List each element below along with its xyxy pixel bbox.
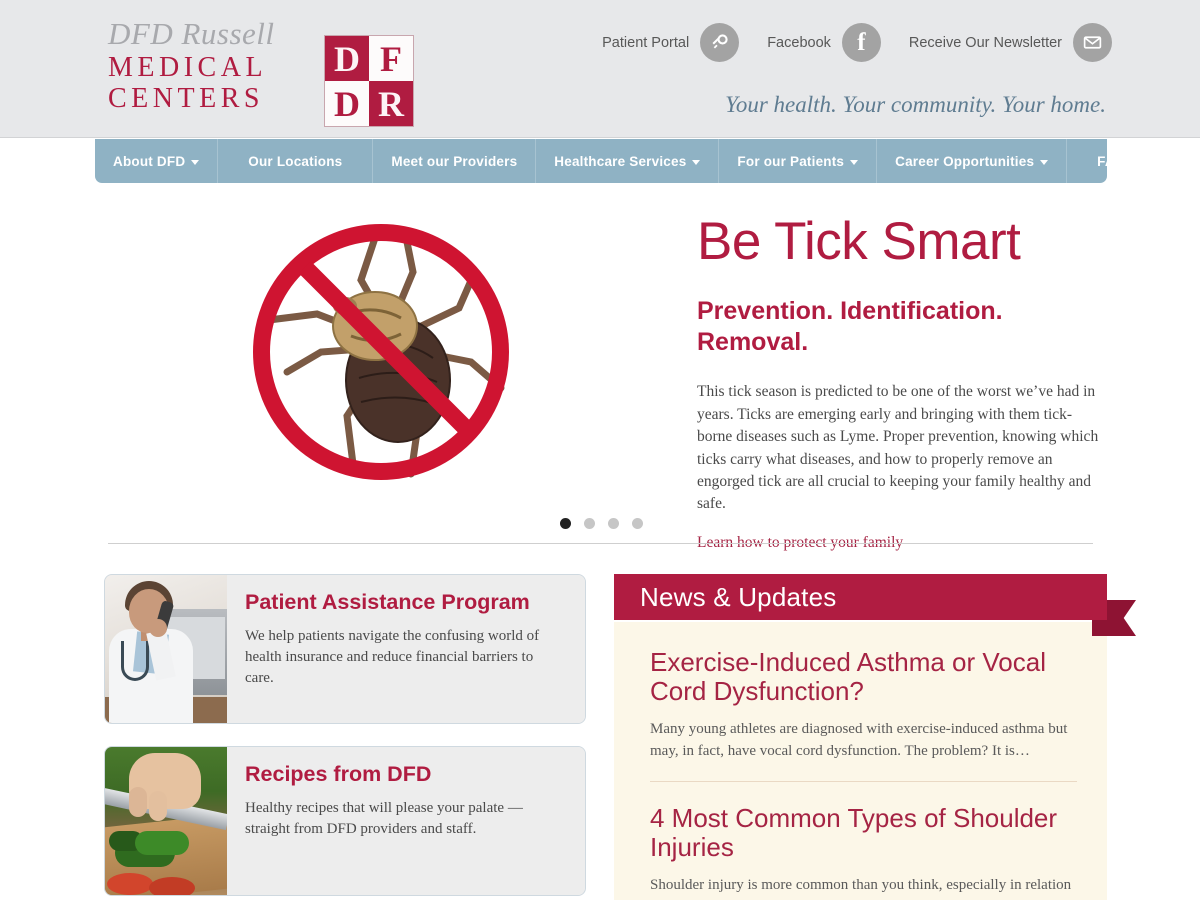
nav-label-for-our-patients: For our Patients (737, 153, 845, 169)
chevron-down-icon (191, 159, 200, 165)
news-item-excerpt: Shoulder injury is more common than you … (650, 876, 1072, 900)
logo-script-line: DFD Russell (108, 16, 275, 51)
card-patient-assistance-program[interactable]: Patient Assistance Program We help patie… (104, 574, 586, 724)
chevron-down-icon (692, 159, 701, 165)
nav-label-about-dfd: About DFD (113, 153, 186, 169)
news-item-title[interactable]: 4 Most Common Types of Shoulder Injuries (650, 803, 1077, 862)
nav-item-career-opportunities[interactable]: Career Opportunities (877, 139, 1068, 183)
logo-wordmark: DFD Russell MEDICAL CENTERS (108, 16, 320, 114)
news-list: Exercise-Induced Asthma or Vocal Cord Dy… (614, 622, 1107, 900)
newsletter-link[interactable]: Receive Our Newsletter (909, 23, 1112, 62)
nav-label-faq: FAQ (1097, 153, 1126, 169)
site-tagline: Your health. Your community. Your home. (725, 92, 1106, 117)
news-item[interactable]: 4 Most Common Types of Shoulder Injuries… (650, 780, 1077, 900)
logo-mark-letter-1: D (325, 36, 369, 81)
chevron-down-icon (1040, 159, 1049, 165)
card-body: Recipes from DFD Healthy recipes that wi… (227, 747, 585, 895)
slider-pagination (95, 518, 1107, 529)
nav-item-about-dfd[interactable]: About DFD (95, 139, 219, 183)
nav-label-healthcare-services: Healthcare Services (554, 153, 687, 169)
nav-label-meet-our-providers: Meet our Providers (391, 153, 518, 169)
card-title[interactable]: Recipes from DFD (245, 762, 565, 787)
tick-no-symbol-image (235, 202, 535, 502)
nav-item-faq[interactable]: FAQ (1067, 139, 1155, 183)
card-title[interactable]: Patient Assistance Program (245, 590, 565, 615)
section-divider (108, 543, 1093, 544)
slider-dot-4[interactable] (631, 518, 643, 529)
nav-item-healthcare-services[interactable]: Healthcare Services (536, 139, 720, 183)
news-banner: News & Updates (614, 574, 1107, 620)
news-item-excerpt: Many young athletes are diagnosed with e… (650, 721, 1068, 759)
patient-portal-label: Patient Portal (602, 34, 690, 51)
news-updates-panel: News & Updates Exercise-Induced Asthma o… (614, 574, 1136, 900)
envelope-icon[interactable] (1073, 23, 1112, 62)
nav-label-our-locations: Our Locations (248, 153, 343, 169)
slider-dot-2[interactable] (583, 518, 595, 529)
page-root: DFD Russell MEDICAL CENTERS D F D R Pati… (0, 0, 1200, 900)
hero-slider: Be Tick Smart Prevention. Identification… (95, 192, 1107, 551)
hero-text-block: Be Tick Smart Prevention. Identification… (697, 214, 1107, 552)
hero-subheading: Prevention. Identification. Removal. (697, 296, 1003, 357)
newsletter-label: Receive Our Newsletter (908, 34, 1062, 51)
news-banner-title: News & Updates (640, 581, 837, 612)
slider-dot-3[interactable] (607, 518, 619, 529)
header-utility-links: Patient Portal Facebook f Receive Our Ne… (574, 23, 1112, 62)
site-logo[interactable]: DFD Russell MEDICAL CENTERS D F D R (108, 16, 414, 127)
hero-paragraph: This tick season is predicted to be one … (697, 383, 1099, 513)
logo-mark-letter-2: F (369, 36, 413, 81)
chopping-herbs-image (105, 747, 227, 895)
facebook-label: Facebook (767, 34, 831, 51)
hero-image (235, 202, 535, 502)
facebook-icon[interactable]: f (841, 23, 881, 62)
card-description: We help patients navigate the confusing … (245, 627, 540, 686)
key-icon[interactable] (700, 23, 740, 62)
logo-line-medical: MEDICAL (108, 52, 268, 83)
nav-item-meet-our-providers[interactable]: Meet our Providers (373, 139, 537, 183)
logo-mark-letter-4: R (369, 81, 413, 126)
main-navigation: About DFD Our Locations Meet our Provide… (95, 139, 1125, 183)
site-header: DFD Russell MEDICAL CENTERS D F D R Pati… (0, 0, 1200, 138)
logo-dfdr-mark: D F D R (324, 35, 414, 127)
chevron-down-icon (850, 159, 859, 165)
nav-item-for-our-patients[interactable]: For our Patients (719, 139, 878, 183)
slider-dot-1[interactable] (559, 518, 571, 529)
facebook-link[interactable]: Facebook f (767, 23, 881, 62)
card-description: Healthy recipes that will please your pa… (245, 799, 523, 837)
hero-heading: Be Tick Smart (697, 212, 1021, 271)
logo-mark-letter-3: D (325, 81, 369, 126)
nav-label-career-opportunities: Career Opportunities (895, 153, 1035, 169)
nav-item-our-locations[interactable]: Our Locations (218, 139, 374, 183)
news-item-title[interactable]: Exercise-Induced Asthma or Vocal Cord Dy… (650, 647, 1077, 706)
feature-cards: Patient Assistance Program We help patie… (104, 574, 586, 900)
patient-portal-link[interactable]: Patient Portal (602, 23, 740, 62)
clinician-on-phone-image (105, 575, 227, 723)
news-banner-wrapper: News & Updates (614, 574, 1136, 636)
logo-line-centers: CENTERS (108, 83, 264, 114)
card-body: Patient Assistance Program We help patie… (227, 575, 585, 723)
news-item[interactable]: Exercise-Induced Asthma or Vocal Cord Dy… (650, 647, 1077, 781)
facebook-glyph: f (857, 28, 866, 56)
card-recipes-from-dfd[interactable]: Recipes from DFD Healthy recipes that wi… (104, 746, 586, 896)
